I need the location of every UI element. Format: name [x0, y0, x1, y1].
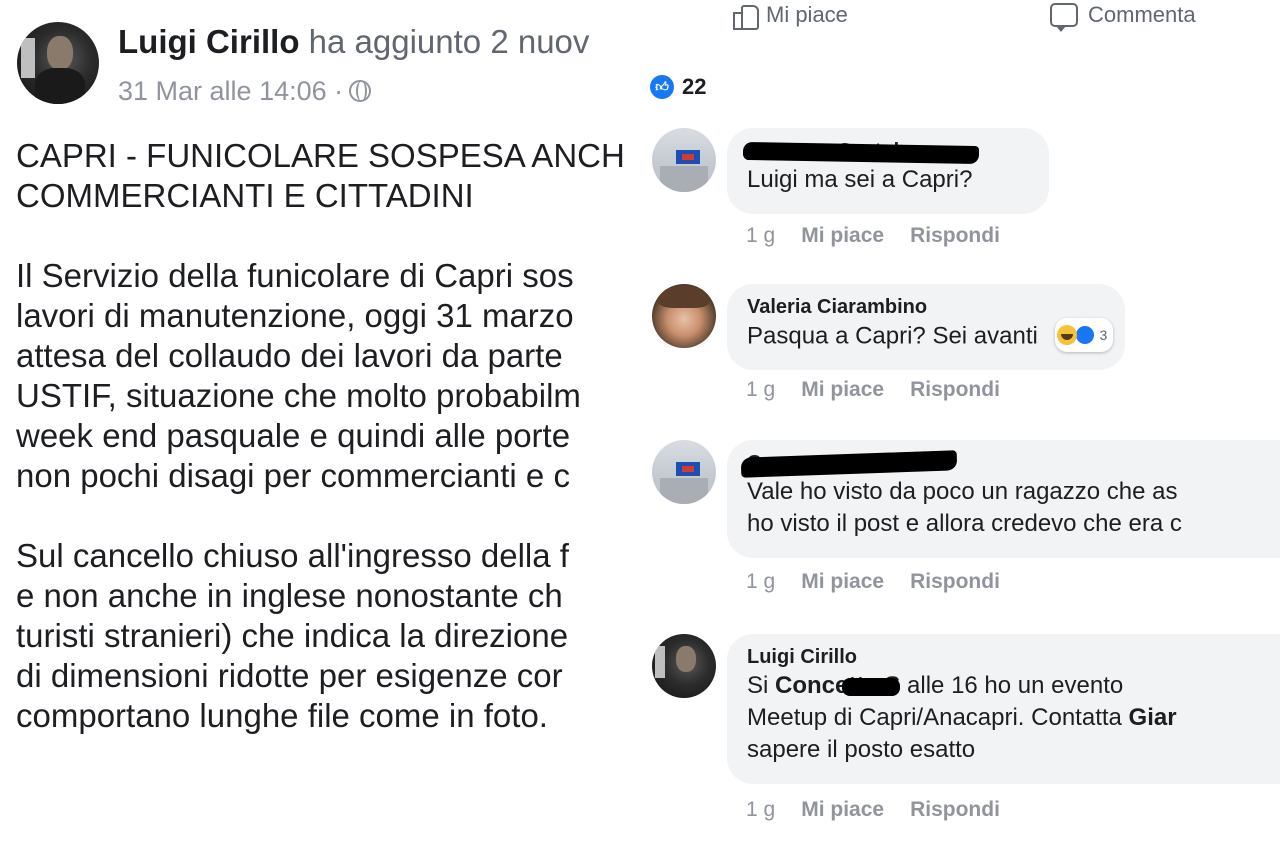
author-avatar[interactable]: [17, 22, 99, 104]
comment-reply-link[interactable]: Rispondi: [910, 570, 1000, 594]
comment-actions: 1 g Mi piace Rispondi: [746, 378, 1000, 402]
post-author-link[interactable]: Luigi Cirillo: [118, 23, 299, 60]
comment-bubble: Valeria Ciarambino Pasqua a Capri? Sei a…: [727, 284, 1125, 370]
comment-text-fragment: Meetup di Capri/Anacapri. Contatta: [747, 704, 1129, 731]
comment-text-fragment: alle 16 ho un evento: [900, 672, 1124, 699]
like-reaction-icon: 👍︎: [650, 75, 674, 99]
post-action-text: ha aggiunto 2 nuov: [299, 23, 590, 60]
comment-text-line: ho visto il post e allora credevo che er…: [747, 510, 1182, 537]
post-timestamp[interactable]: 31 Mar alle 14:06 ·: [118, 72, 343, 110]
post-text-line: lavori di manutenzione, oggi 31 marzo: [16, 297, 574, 334]
post-body: CAPRI - FUNICOLARE SOSPESA ANCH COMMERCI…: [16, 136, 640, 776]
post-text-line: week end pasquale e quindi alle porte: [16, 417, 571, 454]
comment-reaction-badge[interactable]: 3: [1054, 318, 1114, 352]
commenter-name[interactable]: Concetta Spatola: [740, 450, 1280, 478]
comment-reply-link[interactable]: Rispondi: [910, 798, 1000, 822]
post-paragraph: Il Servizio della funicolare di Capri so…: [16, 256, 640, 496]
globe-icon: [349, 80, 372, 102]
commenter-avatar[interactable]: [652, 128, 716, 192]
post-title: CAPRI - FUNICOLARE SOSPESA ANCH COMMERCI…: [16, 136, 640, 216]
redaction-mark: [842, 677, 901, 696]
post-panel: Luigi Cirillo ha aggiunto 2 nuov 31 Mar …: [0, 0, 640, 852]
post-text-line: attesa del collaudo dei lavori da parte: [16, 337, 563, 374]
post-paragraph: Sul cancello chiuso all'ingresso della f…: [16, 536, 640, 736]
post-text-line: turisti stranieri) che indica la direzio…: [16, 617, 569, 654]
reaction-count: 22: [682, 74, 707, 99]
post-action-bar: Mi piace Commenta: [640, 0, 1280, 36]
post-title-line: CAPRI - FUNICOLARE SOSPESA ANCH: [16, 137, 625, 174]
comment-text-line: sapere il posto esatto: [747, 736, 976, 763]
comment-text: Luigi ma sei a Capri?: [747, 166, 973, 193]
like-button[interactable]: Mi piace: [732, 2, 848, 30]
mention-link[interactable]: Giar: [1129, 704, 1177, 731]
post-text-line: USTIF, situazione che molto probabilm: [16, 377, 581, 414]
commenter-name[interactable]: Concetta Spatola: [742, 138, 1029, 165]
commenter-avatar[interactable]: [652, 440, 716, 504]
comment-time[interactable]: 1 g: [746, 224, 775, 248]
comment-bubble: Concetta Spatola Vale ho visto da poco u…: [727, 440, 1280, 558]
comment-text-fragment: Si: [747, 672, 776, 699]
commenter-name[interactable]: Luigi Cirillo: [747, 644, 1280, 670]
reaction-badge-count: 3: [1099, 327, 1108, 343]
comment-bubble: Concetta Spatola Luigi ma sei a Capri?: [727, 128, 1049, 214]
commenter-name[interactable]: Valeria Ciarambino: [747, 294, 1105, 320]
post-text-line: Il Servizio della funicolare di Capri so…: [16, 257, 574, 294]
post-text-line: e non anche in inglese nonostante ch: [16, 577, 563, 614]
thumbs-up-icon: [732, 2, 759, 30]
comment-text-content: Pasqua a Capri? Sei avanti: [747, 322, 1038, 350]
comment-like-link[interactable]: Mi piace: [801, 378, 884, 402]
comment-actions: 1 g Mi piace Rispondi: [746, 570, 1000, 594]
like-reaction-icon: [1074, 325, 1095, 345]
post-text-line: comportano lunghe file come in foto.: [16, 697, 548, 734]
comments-panel: Mi piace Commenta 👍︎ 22 Concetta Spatola…: [640, 0, 1280, 852]
post-text-line: di dimensioni ridotte per esigenze cor: [16, 657, 563, 694]
comment-button[interactable]: Commenta: [1050, 2, 1196, 32]
comment-reply-link[interactable]: Rispondi: [910, 224, 1000, 248]
like-button-label: Mi piace: [766, 2, 848, 27]
post-meta: 31 Mar alle 14:06 ·: [118, 72, 372, 110]
comment-bubble: Luigi Cirillo Si Concetta S alle 16 ho u…: [727, 634, 1280, 784]
post-text-line: non pochi disagi per commercianti e c: [16, 457, 570, 494]
haha-reaction-icon: [1056, 325, 1077, 345]
comment-time[interactable]: 1 g: [746, 570, 775, 594]
comment-like-link[interactable]: Mi piace: [801, 570, 884, 594]
comment-reply-link[interactable]: Rispondi: [910, 378, 1000, 402]
commenter-avatar[interactable]: [652, 284, 716, 348]
post-text-line: Sul cancello chiuso all'ingresso della f: [16, 537, 569, 574]
comment-text-line: Vale ho visto da poco un ragazzo che as: [747, 478, 1178, 505]
comment-text-line: Si Concetta S alle 16 ho un evento: [747, 670, 1280, 702]
comment-bubble-icon: [1050, 3, 1078, 32]
comment-text-line: Meetup di Capri/Anacapri. Contatta Giar: [747, 702, 1280, 734]
comment-text: Pasqua a Capri? Sei avanti 3: [747, 318, 1114, 354]
comment-like-link[interactable]: Mi piace: [801, 798, 884, 822]
comment-like-link[interactable]: Mi piace: [801, 224, 884, 248]
comment-actions: 1 g Mi piace Rispondi: [746, 798, 1000, 822]
comment-button-label: Commenta: [1088, 2, 1196, 27]
post-header: Luigi Cirillo ha aggiunto 2 nuov: [118, 22, 589, 62]
comment-time[interactable]: 1 g: [746, 798, 775, 822]
post-title-line: COMMERCIANTI E CITTADINI: [16, 177, 474, 214]
comment-actions: 1 g Mi piace Rispondi: [746, 224, 1000, 248]
reaction-summary[interactable]: 👍︎ 22: [650, 74, 706, 100]
commenter-avatar[interactable]: [652, 634, 716, 698]
comment-time[interactable]: 1 g: [746, 378, 775, 402]
